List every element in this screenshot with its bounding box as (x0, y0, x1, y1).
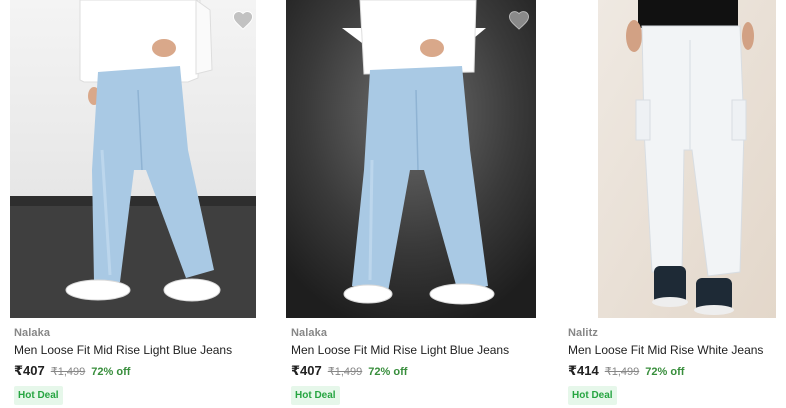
product-card[interactable]: Nalitz Men Loose Fit Mid Rise White Jean… (568, 0, 776, 405)
product-title[interactable]: Men Loose Fit Mid Rise Light Blue Jeans (291, 343, 509, 357)
original-price: ₹1,499 (50, 366, 86, 378)
hot-deal-badge: Hot Deal (291, 386, 340, 405)
selling-price: ₹407 (291, 363, 322, 378)
price-row: ₹407 ₹1,499 72% off (14, 363, 130, 379)
product-brand: Nalitz (568, 327, 598, 339)
product-title[interactable]: Men Loose Fit Mid Rise White Jeans (568, 343, 763, 357)
selling-price: ₹414 (568, 363, 599, 378)
original-price: ₹1,499 (327, 366, 363, 378)
product-image[interactable] (598, 0, 776, 318)
original-price: ₹1,499 (604, 366, 640, 378)
price-row: ₹414 ₹1,499 72% off (568, 363, 684, 379)
product-title[interactable]: Men Loose Fit Mid Rise Light Blue Jeans (14, 343, 232, 357)
selling-price: ₹407 (14, 363, 45, 378)
product-image[interactable] (10, 0, 256, 318)
heart-icon[interactable] (508, 10, 532, 32)
product-brand: Nalaka (14, 327, 51, 339)
price-row: ₹407 ₹1,499 72% off (291, 363, 407, 379)
hot-deal-badge: Hot Deal (568, 386, 617, 405)
discount-label: 72% off (645, 366, 685, 378)
heart-icon[interactable] (232, 10, 256, 32)
product-image[interactable] (286, 0, 536, 318)
product-brand: Nalaka (291, 327, 328, 339)
product-card[interactable]: Nalaka Men Loose Fit Mid Rise Light Blue… (286, 0, 536, 405)
discount-label: 72% off (368, 366, 408, 378)
hot-deal-badge: Hot Deal (14, 386, 63, 405)
discount-label: 72% off (91, 366, 131, 378)
product-card[interactable]: Nalaka Men Loose Fit Mid Rise Light Blue… (10, 0, 256, 405)
